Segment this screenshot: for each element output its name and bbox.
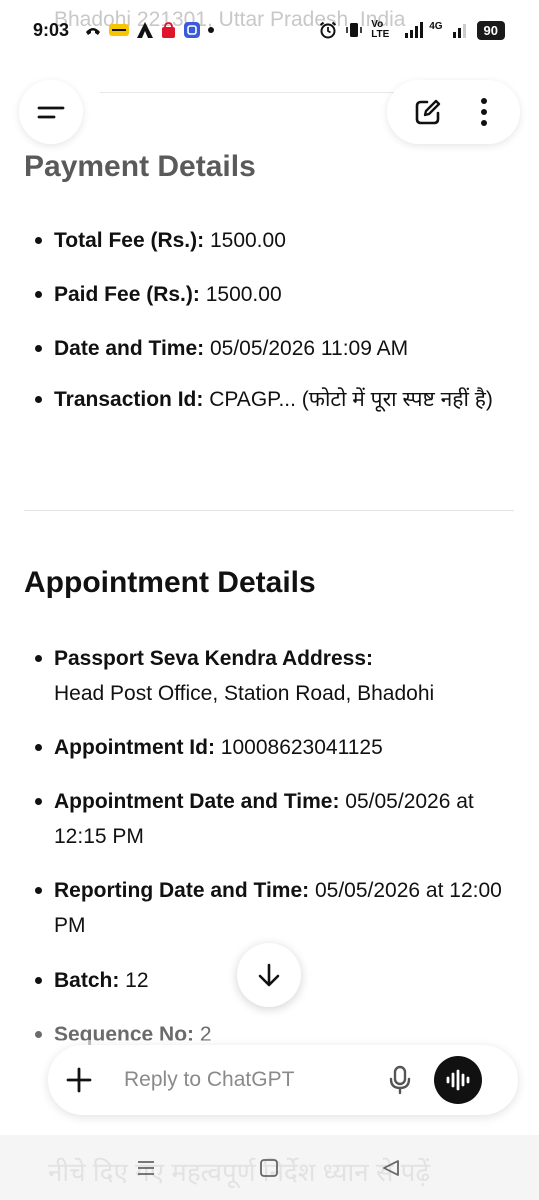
section-divider [24,510,514,511]
arrow-down-icon [258,963,280,987]
alarm-icon [320,21,337,39]
item-label: Passport Seva Kendra Address: [54,647,374,670]
edit-icon [415,99,440,125]
add-attachment-button[interactable] [48,1045,110,1115]
arattai-icon [137,22,153,38]
voice-waveform-icon [446,1069,470,1091]
signal-2-icon [452,24,466,38]
payment-heading: Payment Details [24,150,256,183]
back-triangle-icon [383,1160,399,1176]
item-label: Paid Fee (Rs.): [54,283,200,306]
list-item: Appointment Id: 10008623041125 [35,730,514,765]
status-right-icons: Vo LTE 4G 90 [319,20,505,40]
plus-icon [66,1067,92,1093]
item-value: 10008623041125 [214,736,383,759]
volte-label: Vo LTE [371,19,390,40]
item-value: 05/05/2026 11:09 AM [204,337,409,360]
top-actions [387,80,520,144]
composer [48,1045,518,1115]
more-vertical-icon [481,98,488,126]
missed-call-icon [86,28,100,35]
nav-background-text: नीचे दिए गए महत्वपूर्ण निर्देश ध्यान से … [48,1157,431,1187]
item-label: Transaction Id: [54,388,204,411]
item-value: 1500.00 [204,229,286,252]
status-bar: Bhadohi 221301, Uttar Pradesh, India 9:0… [0,0,539,62]
network-type-label: 4G [429,20,443,32]
dictate-button[interactable] [380,1045,420,1115]
list-item: Total Fee (Rs.): 1500.00 [35,223,514,258]
item-label: Batch: [54,969,120,992]
list-item: Passport Seva Kendra Address: Head Post O… [35,641,514,711]
list-item: Paid Fee (Rs.): 1500.00 [35,277,514,312]
recents-menu-icon [138,1161,154,1175]
battery-indicator: 90 [476,20,505,40]
home-button[interactable] [256,1155,282,1181]
list-item: Transaction Id: CPAGP... (फोटो में पूरा … [35,382,514,417]
item-value: 12 [119,969,149,992]
item-label: Appointment Id: [54,736,215,759]
system-nav-bar: नीचे दिए गए महत्वपूर्ण निर्देश ध्यान से … [0,1135,539,1200]
appointment-heading: Appointment Details [24,566,316,599]
item-value: Head Post Office, Station Road, Bhadohi [54,682,435,705]
shopping-bag-icon [162,21,175,38]
list-item: Reporting Date and Time: 05/05/2026 at 1… [35,873,514,943]
back-button[interactable] [378,1155,404,1181]
menu-icon [37,106,65,119]
voice-mode-button[interactable] [434,1056,482,1104]
list-item: Appointment Date and Time: 05/05/2026 at… [35,784,514,854]
item-value: CPAGP... (फोटो में पूरा स्पष्ट नहीं है) [203,388,493,411]
menu-button[interactable] [19,80,83,144]
app-icon [184,22,200,38]
recent-apps-button[interactable] [133,1155,159,1181]
scroll-to-bottom-button[interactable] [237,943,301,1007]
list-item: Date and Time: 05/05/2026 11:09 AM [35,331,514,366]
more-options-button[interactable] [464,87,504,137]
item-value: 1500.00 [199,283,282,306]
item-label: Total Fee (Rs.): [54,229,205,252]
more-notifications-dot-icon [208,27,214,33]
item-label: Date and Time: [54,337,205,360]
reply-input[interactable] [124,1068,374,1092]
item-label: Reporting Date and Time: [54,879,310,902]
notification-icons [84,21,214,39]
vibrate-icon [346,23,362,37]
status-time: 9:03 [33,20,70,40]
new-chat-button[interactable] [403,87,453,137]
signal-icon [405,22,424,38]
microphone-icon [389,1065,411,1095]
rapido-icon [109,24,129,36]
item-label: Appointment Date and Time: [54,790,340,813]
home-square-icon [260,1159,278,1177]
